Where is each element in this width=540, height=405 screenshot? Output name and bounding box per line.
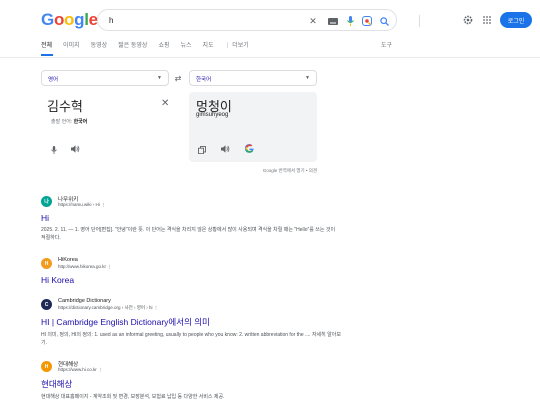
speaker-icon[interactable]	[71, 145, 80, 155]
tab-shopping[interactable]: 쇼핑	[158, 40, 169, 54]
speaker-icon[interactable]	[221, 145, 230, 155]
result-title-link[interactable]: HI | Cambridge English Dictionary에서의 의미	[41, 316, 341, 328]
swap-languages-icon[interactable]: ⇄	[172, 73, 184, 83]
result-site[interactable]: H 현대해상 https://www.hi.co.kr ⋮	[41, 360, 341, 374]
chevron-down-icon: ▼	[305, 75, 310, 81]
favicon-glyph: C	[44, 301, 49, 308]
chevron-down-icon: ▼	[157, 75, 162, 81]
translate-widget: 영어 ▼ ⇄ 한국어 ▼ 김수혁 ✕ 출발 언어: 한국어 멍청이 gimsuh…	[41, 68, 317, 180]
tab-all[interactable]: 전체	[41, 40, 52, 54]
result-url: https://dictionary.cambridge.org › 사전 › …	[58, 305, 159, 310]
result-url: https://namu.wiki › Hi ⋮	[58, 202, 106, 207]
tabs-divider	[0, 57, 540, 58]
active-tab-indicator	[41, 54, 53, 56]
tab-short-videos[interactable]: 짧은 동영상	[118, 40, 147, 54]
search-icon[interactable]	[377, 14, 391, 28]
copy-icon[interactable]	[198, 146, 206, 156]
search-tabs: 전체 이미지 동영상 짧은 동영상 쇼핑 뉴스 지도 ⋮ 더보기	[41, 40, 260, 54]
result-title-link[interactable]: Hi Korea	[41, 275, 341, 285]
target-panel: 멍청이 gimsuhyeog	[189, 92, 317, 162]
search-input[interactable]	[109, 14, 289, 27]
translate-footer[interactable]: Google 번역에서 열기 • 의견	[41, 168, 317, 174]
search-result: C Cambridge Dictionary https://dictionar…	[41, 298, 341, 347]
tab-news[interactable]: 뉴스	[181, 40, 192, 54]
source-language-label: 영어	[48, 77, 59, 83]
search-result: H HiKorea http://www.hikorea.go.kr ⋮ Hi …	[41, 257, 341, 285]
header: Google ✕ 로그인	[0, 0, 540, 38]
detected-language-prefix: 출발 언어:	[51, 119, 73, 125]
google-logo[interactable]: Google	[41, 10, 98, 30]
target-language-label: 한국어	[196, 77, 212, 83]
search-divider	[419, 15, 420, 27]
result-title-link[interactable]: Hi	[41, 213, 341, 223]
namuwiki-favicon-icon: 나	[41, 196, 52, 207]
result-site-name: HiKorea	[58, 257, 78, 263]
result-snippet: HI 의미, 정의, HI의 정의: 1. used as an informa…	[41, 332, 341, 346]
clear-search-icon[interactable]: ✕	[306, 14, 320, 28]
favicon-glyph: H	[44, 260, 49, 267]
target-language-select[interactable]: 한국어 ▼	[189, 70, 317, 86]
result-snippet: 2025. 2. 11. — 1. 영어 단어[편집]. "안녕"이란 뜻. 이…	[41, 227, 336, 241]
source-text[interactable]: 김수혁	[47, 96, 83, 115]
settings-icon[interactable]	[461, 13, 475, 27]
search-result: H 현대해상 https://www.hi.co.kr ⋮ 현대해상 현대해상 …	[41, 360, 341, 401]
microphone-icon[interactable]	[51, 146, 57, 156]
search-box[interactable]: ✕	[97, 9, 420, 31]
tools-button[interactable]: 도구	[381, 40, 392, 49]
keyboard-icon[interactable]	[326, 14, 340, 28]
clear-source-icon[interactable]: ✕	[161, 98, 169, 109]
result-snippet: 현대해상 대표홈페이지 - 계약조회 및 변경, 보장분석, 보험료 납입 등 …	[41, 394, 225, 400]
hyundai-marine-favicon-icon: H	[41, 361, 52, 372]
voice-search-icon[interactable]	[343, 14, 357, 28]
result-site[interactable]: 나 나무위키 https://namu.wiki › Hi ⋮	[41, 195, 341, 209]
tab-images[interactable]: 이미지	[63, 40, 80, 54]
detected-language: 출발 언어: 한국어	[51, 118, 87, 125]
search-result: 나 나무위키 https://namu.wiki › Hi ⋮ Hi 2025.…	[41, 195, 341, 242]
tab-maps[interactable]: 지도	[203, 40, 214, 54]
hikorea-favicon-icon: H	[41, 258, 52, 269]
cambridge-favicon-icon: C	[41, 299, 52, 310]
source-panel: 김수혁 ✕ 출발 언어: 한국어	[41, 92, 179, 162]
result-site[interactable]: H HiKorea http://www.hikorea.go.kr ⋮	[41, 257, 341, 271]
apps-grid-icon[interactable]	[480, 13, 494, 27]
result-title-link[interactable]: 현대해상	[41, 378, 341, 390]
result-url: http://www.hikorea.go.kr ⋮	[58, 264, 112, 269]
tab-more[interactable]: ⋮ 더보기	[225, 40, 249, 54]
romanization-text: gimsuhyeog	[196, 112, 229, 118]
result-url: https://www.hi.co.kr ⋮	[58, 367, 103, 372]
google-g-icon[interactable]	[244, 144, 254, 155]
favicon-glyph: 나	[44, 199, 49, 205]
lens-search-icon[interactable]	[360, 14, 374, 28]
result-site-name: Cambridge Dictionary	[58, 298, 111, 304]
favicon-glyph: H	[44, 363, 49, 370]
result-site[interactable]: C Cambridge Dictionary https://dictionar…	[41, 298, 341, 312]
detected-language-value: 한국어	[73, 119, 88, 125]
source-language-select[interactable]: 영어 ▼	[41, 70, 169, 86]
login-button[interactable]: 로그인	[500, 12, 532, 28]
tab-videos[interactable]: 동영상	[91, 40, 108, 54]
